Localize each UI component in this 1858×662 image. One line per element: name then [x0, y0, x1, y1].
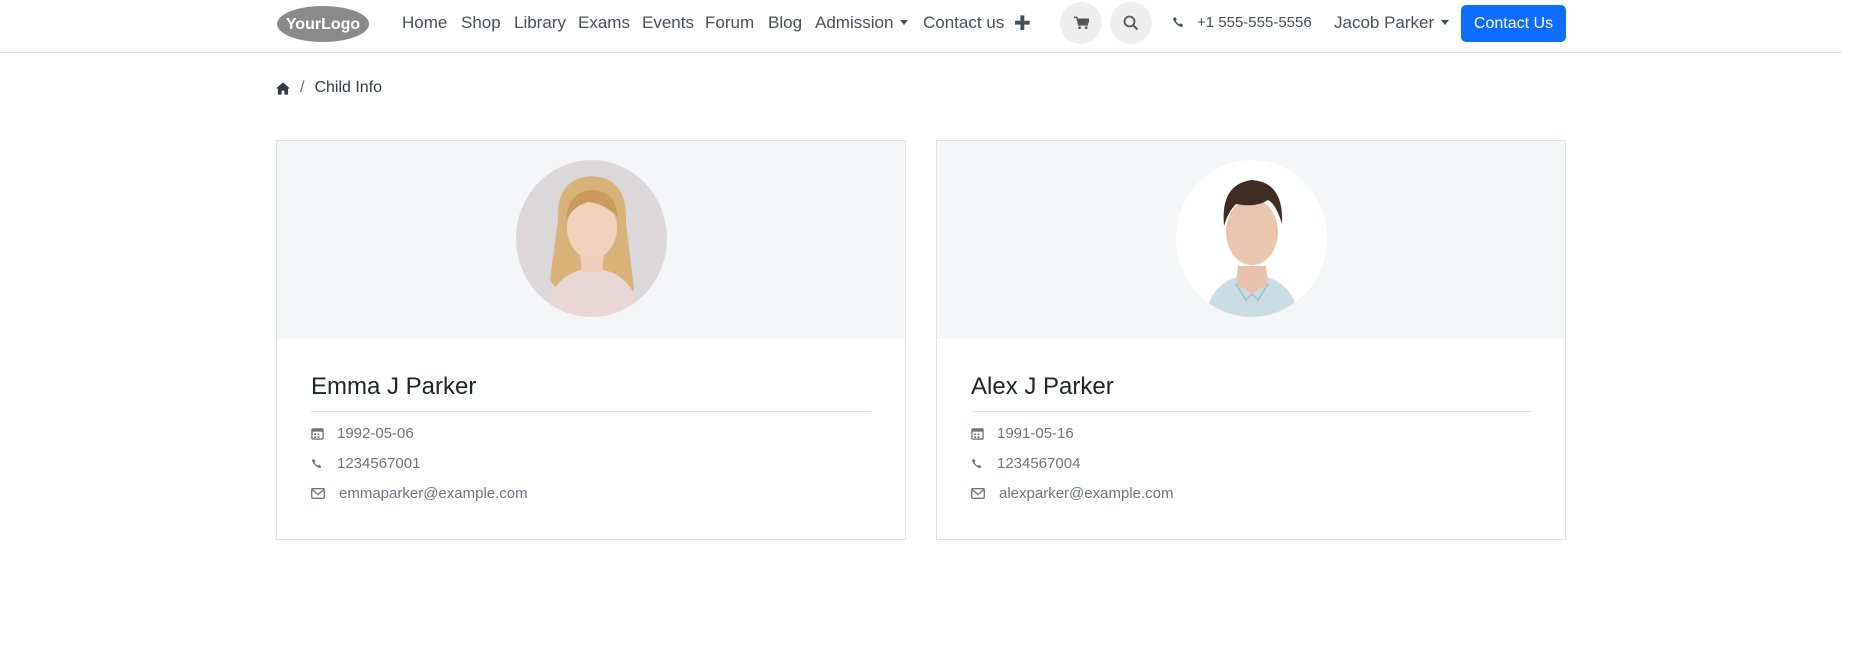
breadcrumb-current: Child Info: [314, 79, 383, 96]
phone-icon: [1172, 16, 1184, 28]
child-name: Emma J Parker: [311, 373, 871, 412]
child-dob: 1991-05-16: [997, 425, 1074, 442]
card-header-area: [277, 141, 905, 339]
user-menu-dropdown[interactable]: Jacob Parker: [1334, 13, 1450, 33]
child-name: Alex J Parker: [971, 373, 1531, 412]
plus-icon[interactable]: ✚: [1014, 11, 1031, 36]
child-email[interactable]: emmaparker@example.com: [339, 485, 528, 502]
child-avatar: [516, 160, 667, 317]
envelope-icon: [971, 488, 999, 499]
nav-library[interactable]: Library: [514, 13, 566, 33]
breadcrumb: / Child Info: [276, 79, 382, 97]
search-button[interactable]: [1110, 2, 1152, 44]
contact-us-button[interactable]: Contact Us: [1461, 5, 1566, 42]
user-name: Jacob Parker: [1334, 13, 1435, 32]
child-card: Alex J Parker 1991-05-16 1234567004 alex…: [936, 140, 1566, 540]
top-navbar: YourLogo Home Shop Library Exams Events …: [0, 0, 1842, 53]
cart-button[interactable]: [1060, 2, 1102, 44]
child-card: Emma J Parker 1992-05-06 1234567001 emma…: [276, 140, 906, 540]
child-phone-row: 1234567004: [971, 455, 1531, 472]
phone-icon: [311, 458, 337, 470]
nav-exams[interactable]: Exams: [578, 13, 630, 33]
child-email-row: emmaparker@example.com: [311, 485, 871, 502]
phone-icon: [971, 458, 997, 470]
home-icon[interactable]: [276, 81, 290, 95]
chevron-down-icon: [900, 20, 909, 26]
nav-home[interactable]: Home: [402, 13, 447, 33]
nav-admission-label: Admission: [815, 13, 894, 32]
nav-shop[interactable]: Shop: [461, 13, 501, 33]
header-phone[interactable]: +1 555-555-5556: [1172, 14, 1312, 31]
chevron-down-icon: [1441, 20, 1450, 26]
child-phone: 1234567001: [337, 455, 421, 472]
child-avatar: [1176, 160, 1327, 317]
child-dob: 1992-05-06: [337, 425, 414, 442]
child-phone: 1234567004: [997, 455, 1081, 472]
logo-text: YourLogo: [286, 16, 361, 33]
envelope-icon: [311, 488, 339, 499]
child-dob-row: 1992-05-06: [311, 425, 871, 442]
child-dob-row: 1991-05-16: [971, 425, 1531, 442]
nav-forum[interactable]: Forum: [705, 13, 754, 33]
nav-events[interactable]: Events: [642, 13, 694, 33]
header-phone-text: +1 555-555-5556: [1197, 14, 1312, 31]
search-icon: [1123, 15, 1139, 31]
breadcrumb-separator: /: [300, 79, 305, 96]
nav-contact[interactable]: Contact us: [923, 13, 1004, 33]
nav-blog[interactable]: Blog: [768, 13, 802, 33]
cart-icon: [1073, 16, 1089, 29]
calendar-icon: [971, 427, 997, 440]
site-logo[interactable]: YourLogo: [276, 4, 370, 44]
child-email[interactable]: alexparker@example.com: [999, 485, 1173, 502]
nav-admission-dropdown[interactable]: Admission: [815, 13, 909, 33]
card-header-area: [937, 141, 1565, 339]
calendar-icon: [311, 427, 337, 440]
child-phone-row: 1234567001: [311, 455, 871, 472]
child-email-row: alexparker@example.com: [971, 485, 1531, 502]
